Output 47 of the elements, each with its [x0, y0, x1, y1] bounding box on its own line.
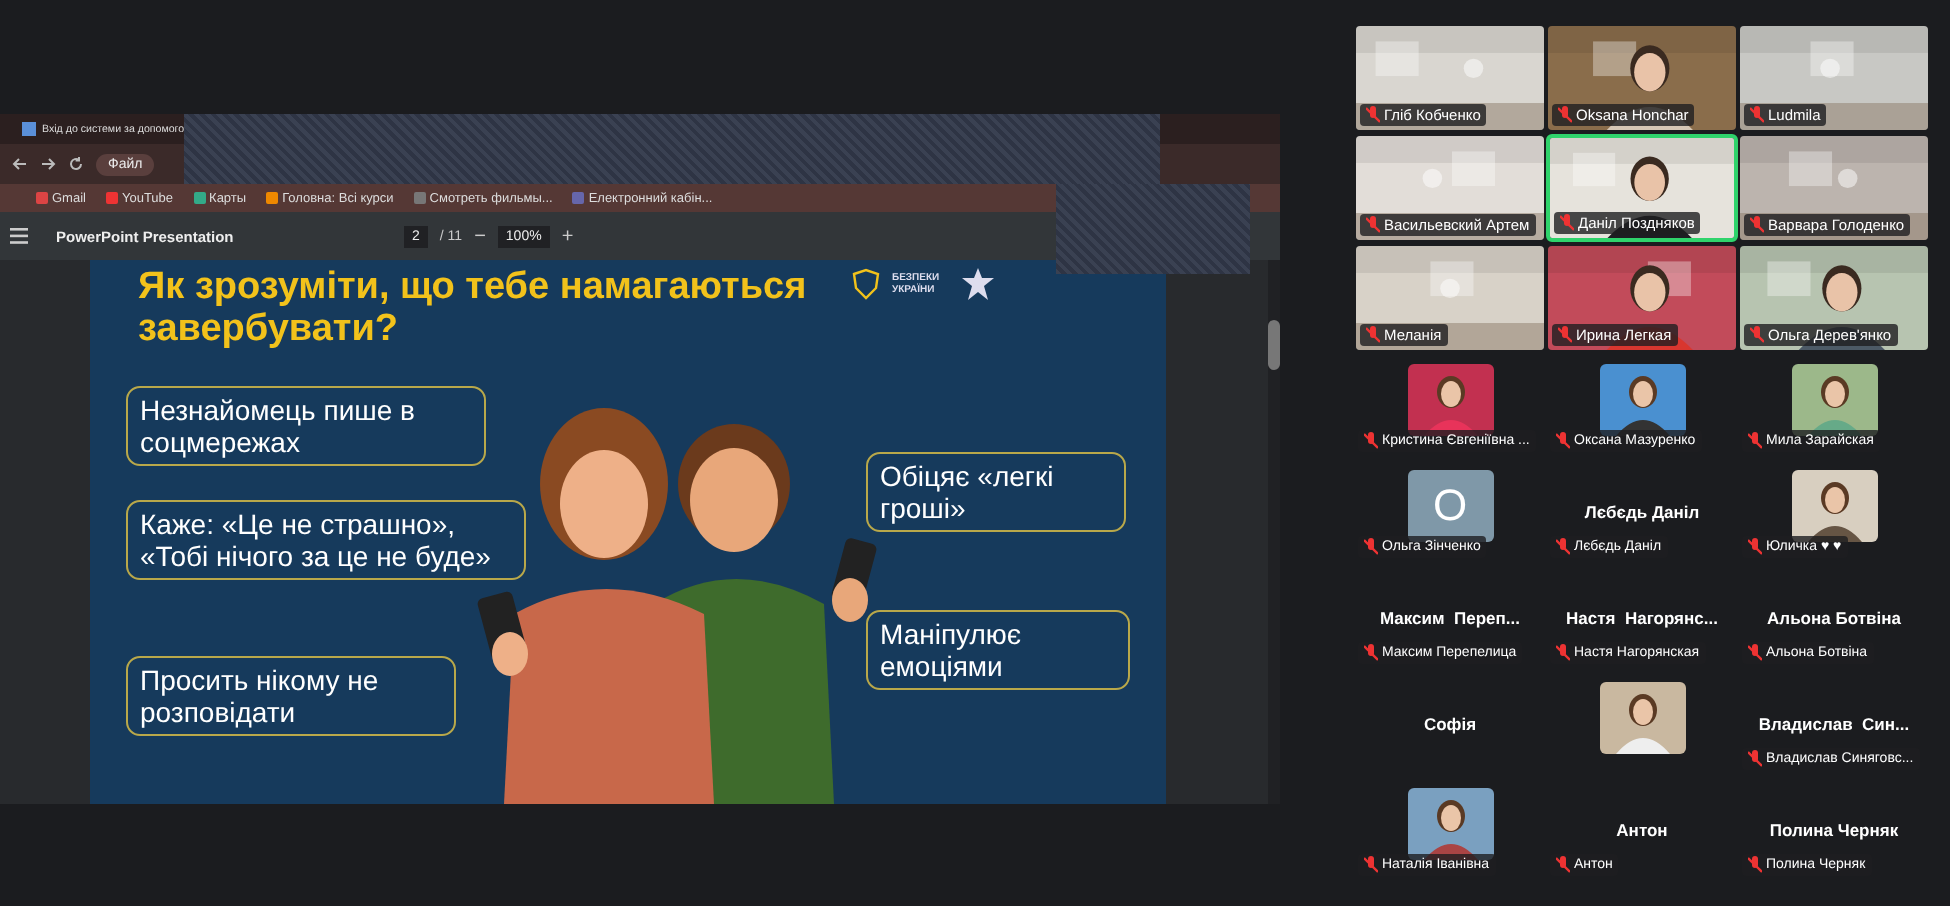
- muted-mic-icon: [1366, 216, 1380, 234]
- callout-box: Каже: «Це не страшно», «Тобі нічого за це не буде»: [126, 500, 526, 581]
- muted-mic-icon: [1556, 432, 1570, 450]
- callout-box: Просить нікому не розповідати: [126, 656, 456, 737]
- shield-icon: [850, 268, 882, 300]
- star-icon: [962, 268, 994, 300]
- scrollbar[interactable]: [1268, 260, 1280, 804]
- slide-title: Як зрозуміти, що тебе намагаються завербувати?: [138, 268, 809, 352]
- muted-mic-icon: [1558, 106, 1572, 124]
- participant-title: Настя Нагорянс...: [1566, 608, 1718, 628]
- muted-mic-icon: [1556, 856, 1570, 874]
- muted-mic-icon: [1748, 856, 1762, 874]
- muted-mic-icon: [1366, 106, 1380, 124]
- muted-mic-icon: [1366, 326, 1380, 344]
- zoom-out-button[interactable]: −: [474, 225, 486, 247]
- muted-mic-icon: [1560, 214, 1574, 232]
- muted-mic-icon: [1748, 432, 1762, 450]
- muted-mic-icon: [1364, 432, 1378, 450]
- menu-icon[interactable]: [10, 228, 28, 244]
- muted-mic-icon: [1364, 644, 1378, 662]
- callout-box: Маніпулює емоціями: [866, 610, 1130, 691]
- muted-mic-icon: [1748, 750, 1762, 768]
- muted-mic-icon: [1556, 538, 1570, 556]
- site-icon: [22, 122, 36, 136]
- participant-title: Антон: [1616, 820, 1668, 840]
- back-icon[interactable]: [12, 156, 28, 172]
- muted-mic-icon: [1748, 538, 1762, 556]
- callout-box: Незнайомець пише в соцмережах: [126, 386, 486, 467]
- muted-mic-icon: [1558, 326, 1572, 344]
- participant-title: Полина Черняк: [1769, 820, 1899, 840]
- muted-mic-icon: [1750, 106, 1764, 124]
- participant-title: Максим Переп...: [1380, 608, 1520, 628]
- muted-mic-icon: [1750, 216, 1764, 234]
- participant-title: Альона Ботвіна: [1767, 608, 1901, 628]
- callout-box: Обіцяє «легкі гроші»: [866, 452, 1126, 533]
- muted-mic-icon: [1364, 538, 1378, 556]
- muted-mic-icon: [1750, 326, 1764, 344]
- participant-title: Софія: [1423, 714, 1477, 734]
- reload-icon[interactable]: [68, 156, 84, 172]
- participant-title: Лєбєдь Даніл: [1584, 502, 1700, 522]
- zoom-in-button[interactable]: +: [561, 225, 574, 247]
- participant-title: Владислав Син...: [1758, 714, 1910, 734]
- forward-icon[interactable]: [40, 156, 56, 172]
- muted-mic-icon: [1364, 856, 1378, 874]
- muted-mic-icon: [1556, 644, 1570, 662]
- muted-mic-icon: [1748, 644, 1762, 662]
- avatar-tile: O: [1407, 470, 1493, 542]
